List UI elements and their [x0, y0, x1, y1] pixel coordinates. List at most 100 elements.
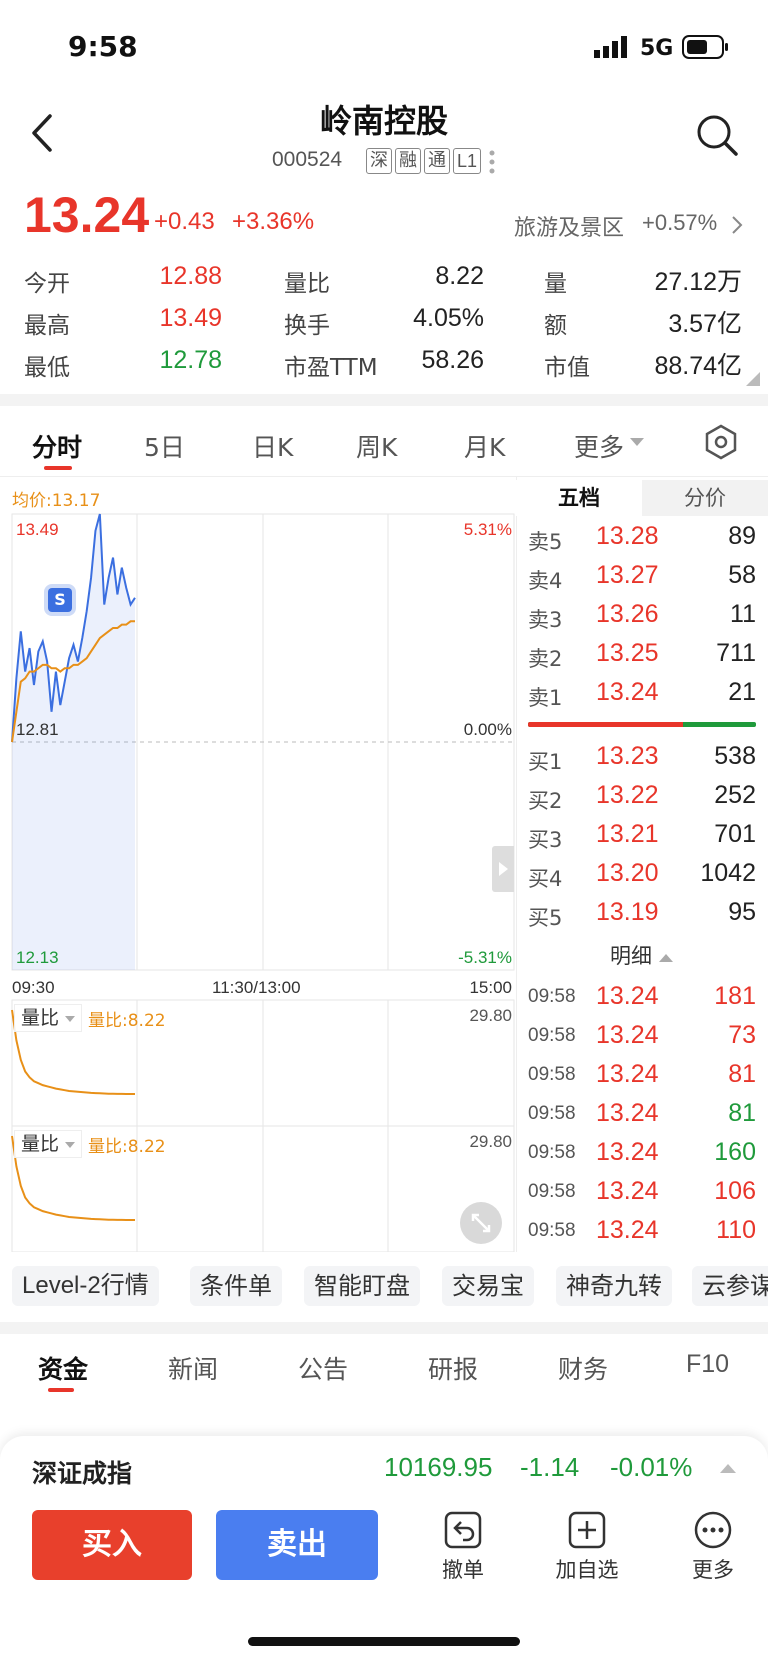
pct-axis-mid: 0.00%: [463, 720, 512, 739]
sub-indicator-select-1[interactable]: 量比: [14, 1004, 83, 1032]
expand-handle[interactable]: [492, 846, 514, 892]
tab-more[interactable]: 更多: [574, 428, 624, 464]
bid-price[interactable]: 13.22: [596, 781, 659, 810]
tab-capital[interactable]: 资金: [38, 1350, 88, 1386]
stock-code: 000524: [272, 148, 343, 171]
bid-label: 买3: [528, 828, 563, 852]
chevron-right-icon[interactable]: [730, 214, 744, 236]
sub-axis-max-2: 29.80: [469, 1132, 512, 1151]
sector-name[interactable]: 旅游及景区: [514, 210, 624, 242]
sector-change[interactable]: +0.57%: [642, 210, 717, 236]
home-indicator[interactable]: [248, 1637, 520, 1646]
ask-volume: 711: [716, 639, 756, 667]
y-axis-high: 13.49: [16, 520, 59, 539]
chip-level2[interactable]: Level-2行情: [12, 1266, 159, 1306]
tab-five-levels[interactable]: 五档: [516, 480, 642, 516]
tick-volume: 81: [728, 1060, 756, 1088]
sell-ratio-fill: [528, 722, 684, 727]
bid-price[interactable]: 13.23: [596, 742, 659, 771]
add-square-icon: [568, 1511, 606, 1549]
chip-magic-nine[interactable]: 神奇九转: [556, 1266, 672, 1306]
tick-time: 09:58: [528, 1064, 576, 1085]
caret-up-icon[interactable]: [720, 1462, 736, 1474]
bid-volume: 701: [714, 820, 756, 848]
settings-icon[interactable]: [704, 424, 738, 460]
tick-time: 09:58: [528, 1142, 576, 1163]
chip-trade-treasure[interactable]: 交易宝: [442, 1266, 534, 1306]
bid-label: 买4: [528, 867, 563, 891]
tick-volume: 106: [714, 1177, 756, 1205]
tab-price-distribution[interactable]: 分价: [642, 480, 768, 516]
chip-smart-watch[interactable]: 智能盯盘: [304, 1266, 420, 1306]
search-icon[interactable]: [694, 112, 740, 158]
stat-value-high: 13.49: [159, 304, 222, 332]
more-button[interactable]: 更多: [668, 1510, 758, 1584]
tick-price: 13.24: [596, 1021, 659, 1049]
tab-financials[interactable]: 财务: [558, 1350, 608, 1386]
more-vertical-icon[interactable]: [488, 148, 496, 176]
stat-value-low: 12.78: [159, 346, 222, 374]
ask-price[interactable]: 13.25: [596, 639, 659, 668]
ask-volume: 21: [728, 678, 756, 706]
buy-sell-ratio-bar: [528, 722, 756, 727]
details-toggle[interactable]: 明细: [610, 940, 673, 970]
fullscreen-button[interactable]: [460, 1202, 502, 1244]
index-name[interactable]: 深证成指: [32, 1454, 132, 1490]
caret-up-icon: [658, 954, 673, 962]
sub-indicator-select-2[interactable]: 量比: [14, 1130, 83, 1158]
x-axis-start: 09:30: [12, 978, 55, 997]
stat-label-amount: 额: [544, 313, 567, 339]
chip-cloud-advisor[interactable]: 云参谋: [692, 1266, 768, 1306]
price-change-pct: +3.36%: [232, 208, 315, 235]
tab-monthly-k[interactable]: 月K: [464, 428, 505, 464]
stat-value-volume-ratio: 8.22: [435, 262, 484, 290]
bid-label: 买5: [528, 906, 563, 930]
tab-daily-k[interactable]: 日K: [252, 428, 293, 464]
tab-weekly-k[interactable]: 周K: [356, 428, 397, 464]
cancel-order-button[interactable]: 撤单: [418, 1510, 508, 1584]
ask-volume: 58: [728, 561, 756, 589]
ask-price[interactable]: 13.26: [596, 600, 659, 629]
tab-news[interactable]: 新闻: [168, 1350, 218, 1386]
status-time: 9:58: [68, 30, 138, 63]
stat-label-low: 最低: [24, 355, 70, 381]
pct-axis-high: 5.31%: [463, 520, 512, 539]
stat-label-volume-ratio: 量比: [284, 271, 330, 297]
signal-badge[interactable]: S: [48, 588, 72, 612]
bid-volume: 538: [714, 742, 756, 770]
current-price: 13.24: [24, 187, 150, 243]
tick-volume: 160: [714, 1138, 756, 1166]
tab-5day[interactable]: 5日: [144, 428, 185, 464]
tick-price: 13.24: [596, 1216, 659, 1244]
ask-price[interactable]: 13.27: [596, 561, 659, 590]
add-watchlist-button[interactable]: 加自选: [542, 1510, 632, 1584]
buy-button[interactable]: 买入: [32, 1510, 192, 1580]
expand-corner-icon[interactable]: [746, 372, 760, 386]
bid-volume: 95: [728, 898, 756, 926]
stat-label-pe: 市盈TTM: [284, 355, 378, 381]
tick-volume: 181: [714, 982, 756, 1010]
tab-intraday[interactable]: 分时: [32, 428, 82, 464]
tick-time: 09:58: [528, 1025, 576, 1046]
x-axis-end: 15:00: [469, 978, 512, 997]
stat-label-high: 最高: [24, 313, 70, 339]
stat-label-turnover: 换手: [284, 313, 330, 339]
caret-down-icon[interactable]: [630, 438, 644, 448]
bid-price[interactable]: 13.20: [596, 859, 659, 888]
bid-price[interactable]: 13.19: [596, 898, 659, 927]
ask-price[interactable]: 13.24: [596, 678, 659, 707]
tab-f10[interactable]: F10: [686, 1350, 729, 1379]
play-icon: [499, 862, 508, 876]
bid-price[interactable]: 13.21: [596, 820, 659, 849]
tab-research[interactable]: 研报: [428, 1350, 478, 1386]
chip-conditional-order[interactable]: 条件单: [190, 1266, 282, 1306]
index-value: 10169.95: [384, 1452, 493, 1482]
sell-button[interactable]: 卖出: [216, 1510, 378, 1580]
ask-price[interactable]: 13.28: [596, 522, 659, 551]
y-axis-mid: 12.81: [16, 720, 59, 739]
caret-down-icon: [65, 1016, 76, 1022]
caret-down-icon: [65, 1142, 76, 1148]
stat-label-market-cap: 市值: [544, 355, 590, 381]
tag-level: L1: [453, 148, 482, 174]
tab-announcements[interactable]: 公告: [298, 1350, 348, 1386]
